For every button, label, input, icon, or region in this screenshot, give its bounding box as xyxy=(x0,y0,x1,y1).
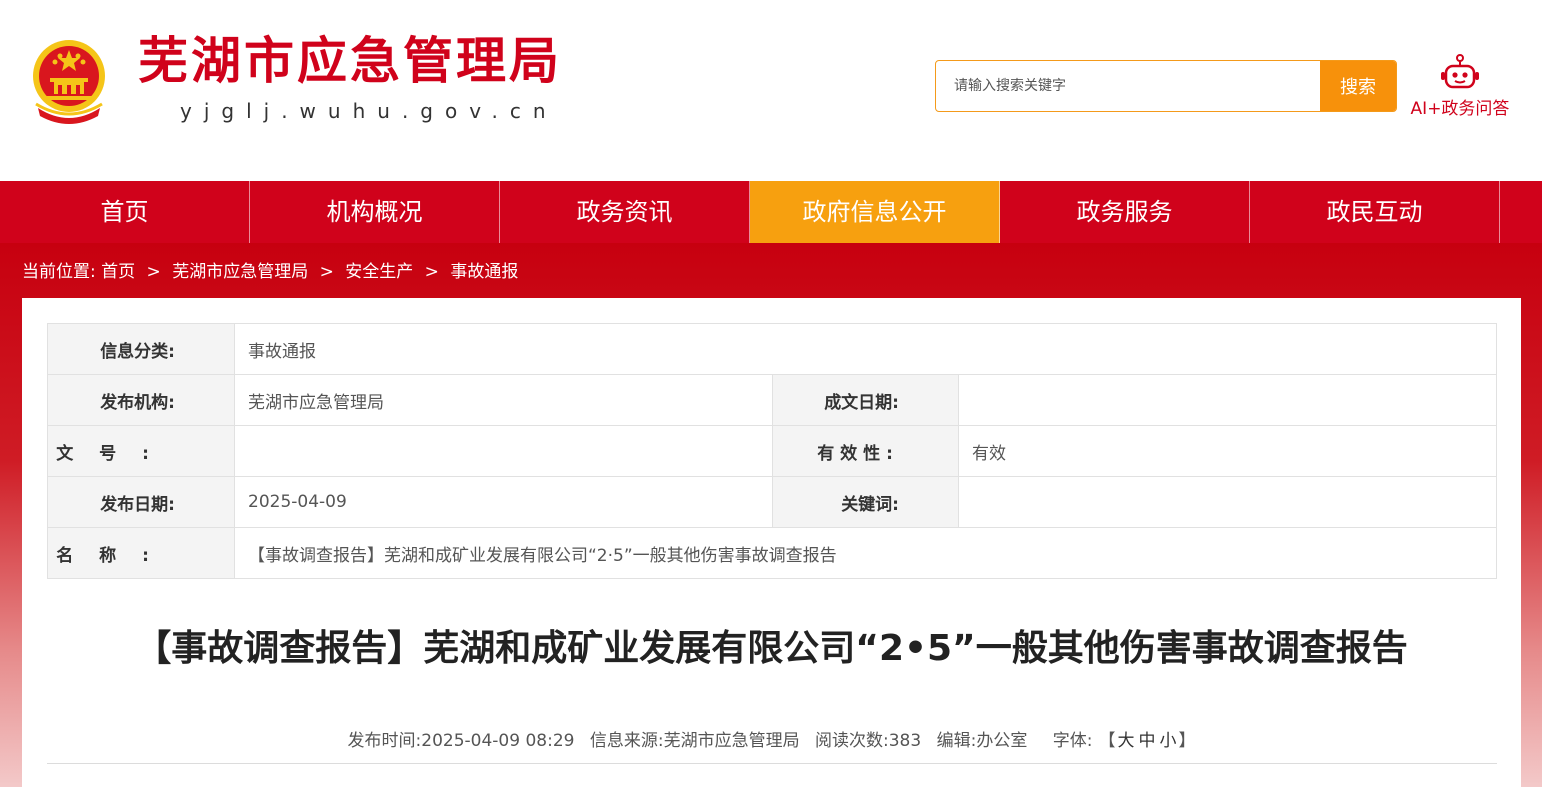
search-box: 搜索 xyxy=(935,60,1397,112)
national-emblem-logo[interactable] xyxy=(28,36,110,124)
table-row: 名称: 【事故调查报告】芜湖和成矿业发展有限公司“2·5”一般其他伤害事故调查报… xyxy=(47,527,1497,579)
publish-date-label: 发布日期: xyxy=(47,476,235,528)
nav-item-gov-info-disclosure[interactable]: 政府信息公开 xyxy=(750,181,1000,243)
category-value: 事故通报 xyxy=(234,323,1497,375)
ai-qa-link[interactable]: AI+政务问答 xyxy=(1404,54,1516,119)
content-panel: 信息分类: 事故通报 发布机构: 芜湖市应急管理局 成文日期: 文号: 有效性:… xyxy=(22,298,1521,787)
publish-time: 发布时间:2025-04-09 08:29 xyxy=(347,731,575,751)
site-title: 芜湖市应急管理局 xyxy=(138,32,562,90)
doc-number-value xyxy=(234,425,773,477)
publish-date-value: 2025-04-09 xyxy=(234,476,773,528)
breadcrumb-safety[interactable]: 安全生产 xyxy=(345,262,413,282)
table-row: 发布日期: 2025-04-09 关键词: xyxy=(47,476,1497,528)
search-button[interactable]: 搜索 xyxy=(1320,61,1396,111)
info-source: 信息来源:芜湖市应急管理局 xyxy=(589,731,800,751)
nav-item-interaction[interactable]: 政民互动 xyxy=(1250,181,1500,243)
name-label: 名称: xyxy=(47,527,235,579)
breadcrumb: 当前位置: 首页 > 芜湖市应急管理局 > 安全生产 > 事故通报 xyxy=(22,258,518,286)
validity-value: 有效 xyxy=(958,425,1497,477)
keywords-label: 关键词: xyxy=(772,476,959,528)
nav-item-organization[interactable]: 机构概况 xyxy=(250,181,500,243)
divider xyxy=(47,763,1497,764)
font-size-control: 字体: 【大中小】 xyxy=(1043,731,1196,751)
font-bracket-close: 】 xyxy=(1178,731,1196,751)
nav-item-gov-services[interactable]: 政务服务 xyxy=(1000,181,1250,243)
keywords-value xyxy=(958,476,1497,528)
breadcrumb-separator: > xyxy=(424,262,439,282)
editor: 编辑:办公室 xyxy=(936,731,1028,751)
table-row: 发布机构: 芜湖市应急管理局 成文日期: xyxy=(47,374,1497,426)
table-row: 文号: 有效性: 有效 xyxy=(47,425,1497,477)
nav-item-news[interactable]: 政务资讯 xyxy=(500,181,750,243)
article-title: 【事故调查报告】芜湖和成矿业发展有限公司“2•5”一般其他伤害事故调查报告 xyxy=(135,628,1408,669)
nav-filler xyxy=(1500,181,1542,243)
robot-icon xyxy=(1441,54,1479,89)
font-bracket-open: 【 xyxy=(1098,731,1116,751)
search-input[interactable] xyxy=(936,61,1320,111)
validity-label: 有效性: xyxy=(772,425,959,477)
publisher-value: 芜湖市应急管理局 xyxy=(234,374,773,426)
font-small-button[interactable]: 小 xyxy=(1159,731,1176,751)
main-nav: 首页 机构概况 政务资讯 政府信息公开 政务服务 政民互动 xyxy=(0,181,1542,243)
article-meta: 发布时间:2025-04-09 08:29 信息来源:芜湖市应急管理局 阅读次数… xyxy=(22,726,1521,751)
breadcrumb-home[interactable]: 首页 xyxy=(101,262,135,282)
breadcrumb-separator: > xyxy=(319,262,334,282)
breadcrumb-separator: > xyxy=(146,262,161,282)
breadcrumb-bureau[interactable]: 芜湖市应急管理局 xyxy=(172,262,308,282)
ai-qa-label: AI+政务问答 xyxy=(1410,99,1510,119)
site-domain: yjglj.wuhu.gov.cn xyxy=(180,99,558,123)
info-table: 信息分类: 事故通报 发布机构: 芜湖市应急管理局 成文日期: 文号: 有效性:… xyxy=(47,323,1497,579)
nav-item-home[interactable]: 首页 xyxy=(0,181,250,243)
font-large-button[interactable]: 大 xyxy=(1117,731,1134,751)
doc-date-label: 成文日期: xyxy=(772,374,959,426)
site-header: 芜湖市应急管理局 yjglj.wuhu.gov.cn 搜索 AI+政务问答 xyxy=(0,0,1542,181)
category-label: 信息分类: xyxy=(47,323,235,375)
table-row: 信息分类: 事故通报 xyxy=(47,323,1497,375)
font-size-label: 字体: xyxy=(1052,731,1093,751)
read-count: 阅读次数:383 xyxy=(815,731,922,751)
doc-date-value xyxy=(958,374,1497,426)
breadcrumb-accident-report[interactable]: 事故通报 xyxy=(450,262,518,282)
name-value: 【事故调查报告】芜湖和成矿业发展有限公司“2·5”一般其他伤害事故调查报告 xyxy=(234,527,1497,579)
publisher-label: 发布机构: xyxy=(47,374,235,426)
breadcrumb-prefix: 当前位置: xyxy=(22,262,96,282)
font-medium-button[interactable]: 中 xyxy=(1138,731,1155,751)
doc-number-label: 文号: xyxy=(47,425,235,477)
